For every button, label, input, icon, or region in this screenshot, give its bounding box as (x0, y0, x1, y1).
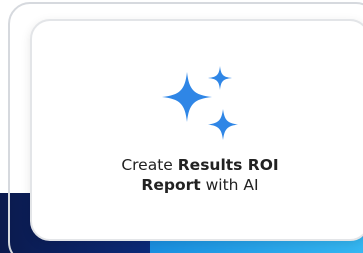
small-sparkle-bottom-shape (208, 109, 238, 140)
caption-bold-report: Report (141, 176, 201, 194)
card-caption: Create Results ROI Report with AI (100, 155, 300, 195)
caption-prefix: Create (121, 156, 178, 174)
screenshot-scene: Create Results ROI Report with AI (0, 0, 363, 253)
small-sparkle-top-shape (208, 66, 232, 90)
large-sparkle-shape (162, 72, 212, 122)
sparkles-icon (160, 66, 242, 144)
caption-line-2: Report with AI (100, 175, 300, 195)
caption-suffix: with AI (200, 176, 259, 194)
caption-bold-title: Results ROI (177, 156, 279, 174)
caption-line-1: Create Results ROI (100, 155, 300, 175)
